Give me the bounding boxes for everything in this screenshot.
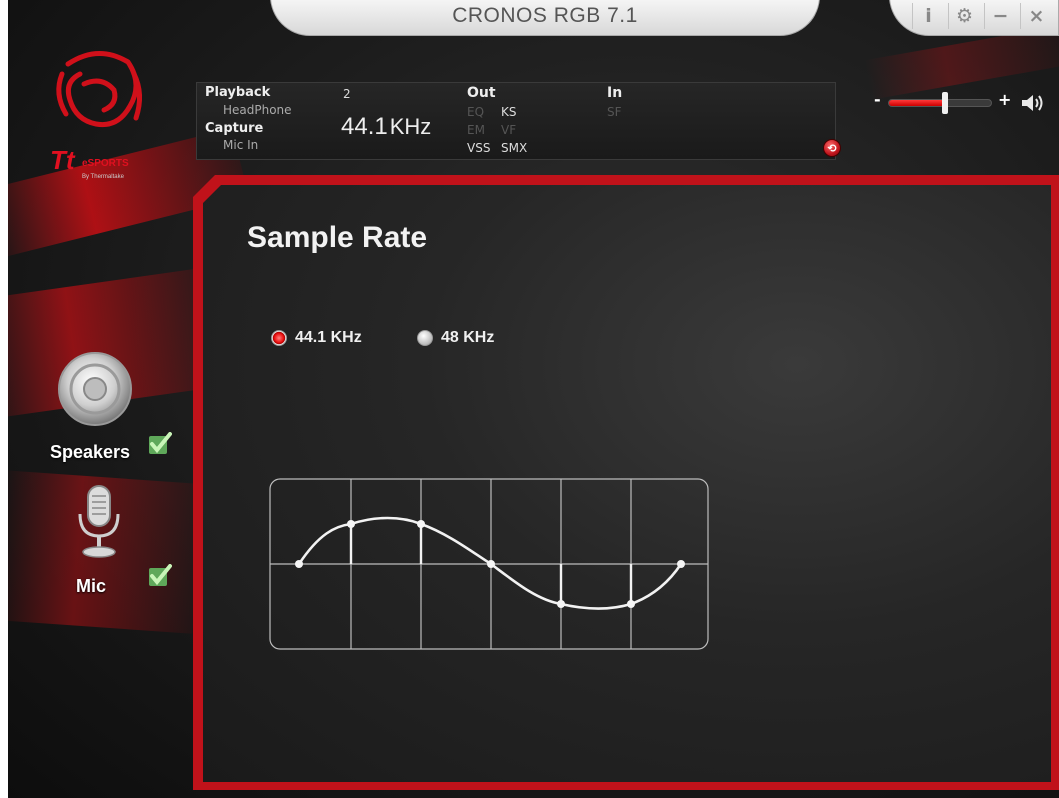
- rate-unit: KHz: [389, 114, 432, 139]
- volume-control: - +: [870, 90, 1050, 116]
- app-window: CRONOS RGB 7.1 i ⚙ − × Tt eSPORTS By The…: [8, 0, 1059, 798]
- radio-label: 48 KHz: [441, 329, 495, 346]
- dragon-logo-icon: Tt eSPORTS By Thermaltake: [50, 51, 142, 180]
- volume-knob[interactable]: [942, 92, 949, 114]
- out-label: Out: [467, 85, 496, 101]
- microphone-icon: [78, 485, 120, 558]
- status-panel: Playback HeadPhone Capture Mic In 2 44.1…: [196, 82, 841, 160]
- out-em: EM: [467, 123, 485, 137]
- in-label: In: [607, 85, 623, 101]
- radio-label: 44.1 KHz: [295, 329, 362, 346]
- in-sf: SF: [607, 105, 622, 119]
- out-vss: VSS: [467, 141, 491, 155]
- settings-icon[interactable]: ⚙: [948, 3, 980, 29]
- radio-button-icon[interactable]: [417, 330, 433, 346]
- radio-button-icon[interactable]: [271, 330, 287, 346]
- out-smx: SMX: [501, 141, 528, 155]
- out-ks: KS: [501, 105, 517, 119]
- sidebar-item-speakers[interactable]: Speakers: [48, 350, 188, 470]
- title-bar[interactable]: CRONOS RGB 7.1: [270, 0, 820, 36]
- refresh-icon: ⟲: [827, 141, 837, 155]
- close-icon[interactable]: ×: [1020, 3, 1052, 29]
- main-panel: Sample Rate 44.1 KHz 48 KHz: [203, 185, 1051, 782]
- volume-minus-button[interactable]: -: [874, 90, 881, 109]
- decor-streak: [864, 25, 1059, 100]
- capture-label: Capture: [205, 121, 264, 136]
- main-panel-frame: Sample Rate 44.1 KHz 48 KHz: [193, 175, 1059, 790]
- volume-plus-button[interactable]: +: [998, 90, 1011, 109]
- refresh-button[interactable]: ⟲: [823, 139, 841, 157]
- window-controls: i ⚙ − ×: [889, 0, 1059, 36]
- waveform-diagram: [269, 478, 709, 650]
- window-title: CRONOS RGB 7.1: [452, 4, 638, 27]
- check-icon: [149, 432, 172, 454]
- speaker-volume-icon[interactable]: [1020, 92, 1046, 114]
- out-eq: EQ: [467, 105, 485, 119]
- radio-48-khz[interactable]: 48 KHz: [417, 329, 494, 347]
- out-vf: VF: [501, 123, 517, 137]
- sidebar-item-label: Speakers: [50, 442, 131, 462]
- sidebar-item-mic[interactable]: Mic: [48, 484, 188, 596]
- capture-device: Mic In: [223, 138, 259, 152]
- info-icon[interactable]: i: [912, 3, 944, 29]
- minimize-icon[interactable]: −: [984, 3, 1016, 29]
- playback-label: Playback: [205, 85, 271, 100]
- playback-device: HeadPhone: [223, 103, 292, 117]
- svg-text:By Thermaltake: By Thermaltake: [82, 174, 125, 180]
- radio-44-1-khz[interactable]: 44.1 KHz: [271, 329, 362, 347]
- page-title: Sample Rate: [247, 221, 428, 254]
- svg-text:Tt: Tt: [50, 145, 76, 175]
- sidebar-item-label: Mic: [76, 576, 107, 596]
- rate-value: 44.1: [341, 113, 388, 140]
- current-rate: 44.1 KHz: [341, 113, 431, 141]
- volume-slider[interactable]: [888, 92, 992, 114]
- volume-fill: [889, 100, 946, 106]
- svg-text:eSPORTS: eSPORTS: [82, 158, 129, 169]
- channel-count: 2: [343, 87, 351, 101]
- brand-logo: Tt eSPORTS By Thermaltake: [48, 44, 148, 184]
- check-icon: [149, 564, 172, 586]
- speaker-icon: [58, 352, 132, 426]
